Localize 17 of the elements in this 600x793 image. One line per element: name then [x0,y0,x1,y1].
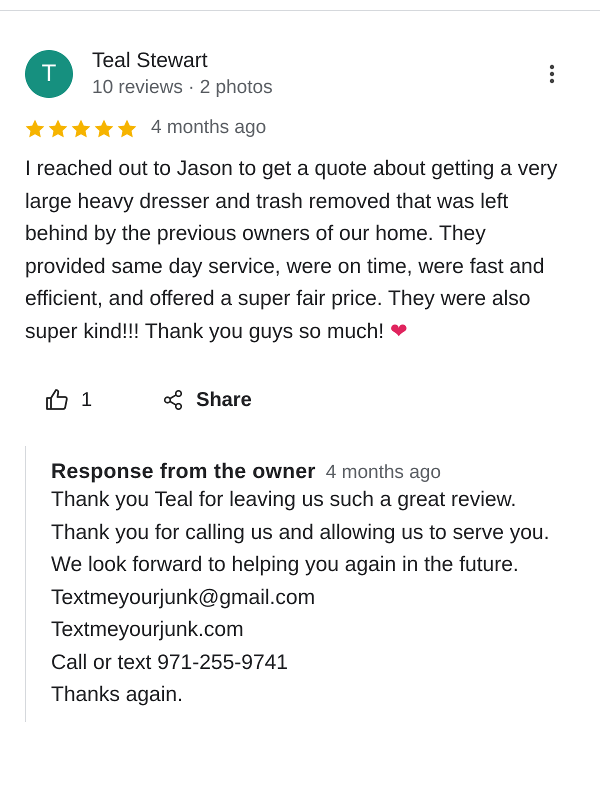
response-text: Textmeyourjunk.com [51,617,245,643]
like-button[interactable]: 1 [45,384,92,416]
reviewer-name[interactable]: Teal Stewart [92,47,549,75]
response-text: Textmeyourjunk@gmail.com [51,584,316,610]
response-title: Response from the owner [51,460,316,484]
reviewer-stats: 10 reviews · 2 photos [92,76,274,100]
more-options-icon[interactable] [549,64,555,84]
share-button[interactable]: Share [162,384,252,416]
response-text: Thanks again. [51,682,184,708]
share-icon [162,389,184,411]
review-text: I reached out to Jason to get a quote about getting a very large heavy dresser and trash removed that was left behind by the previous owners of our home. They provided same day service, were on time, were fast and efficient, and offered a super fair price. They were also super kind!!! Thank you guys so much! ❤ [25,156,558,344]
avatar[interactable]: T [25,50,73,98]
response-date: 4 months ago [326,462,441,484]
review-date: 4 months ago [151,117,266,139]
response-text: Thank you Teal for leaving us such a great review. Thank you for calling us and allowing us to serve you. We look forward to helping you again in the future. [51,487,550,578]
thumbs-up-icon [45,388,69,412]
response-text: Call or text 971-255-9741 [51,650,289,676]
